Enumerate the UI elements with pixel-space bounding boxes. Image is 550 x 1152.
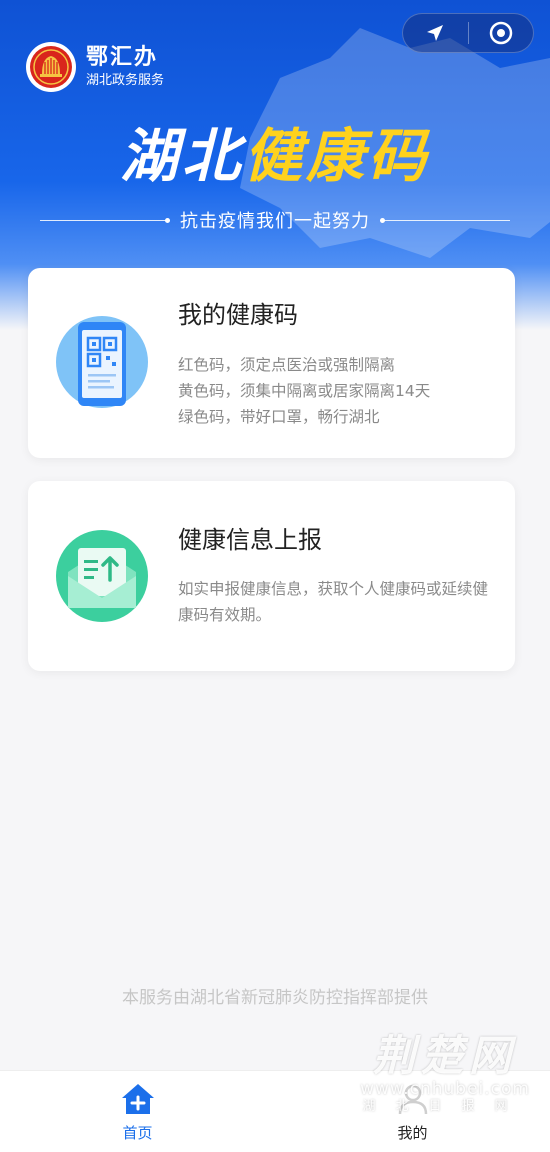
card-title: 健康信息上报	[178, 526, 322, 554]
location-button[interactable]	[403, 14, 468, 52]
watermark-title: 荆楚网	[373, 1031, 518, 1080]
slogan-line-left	[40, 217, 170, 223]
watermark-subtitle: 湖北日报网	[362, 1099, 528, 1114]
slogan-line-right	[380, 217, 510, 223]
red-code-line: 红色码，须定点医治或强制隔离	[178, 356, 396, 374]
tab-home[interactable]: 首页	[0, 1071, 275, 1152]
health-info-report-card[interactable]: 健康信息上报 如实申报健康信息，获取个人健康码或延续健康码有效期。	[28, 481, 515, 671]
tab-profile-label: 我的	[397, 1124, 428, 1142]
yellow-code-line: 黄色码，须集中隔离或居家隔离14天	[178, 382, 431, 400]
home-icon	[121, 1084, 154, 1114]
green-code-line: 绿色码，带好口罩，畅行湖北	[178, 408, 380, 426]
card-description: 如实申报健康信息，获取个人健康码或延续健康码有效期。	[178, 576, 488, 628]
hero-title-white: 湖北	[119, 122, 244, 190]
my-health-code-card[interactable]: 我的健康码 红色码，须定点医治或强制隔离 黄色码，须集中隔离或居家隔离14天 绿…	[28, 268, 515, 458]
target-circle-icon	[489, 21, 512, 45]
hero-title-yellow: 健康码	[244, 122, 431, 190]
cnhubei-watermark: 荆楚网 www.cnhubei.com 湖北日报网	[360, 1032, 530, 1116]
card-title: 我的健康码	[178, 301, 298, 329]
brand-header: 鄂汇办 湖北政务服务	[26, 42, 164, 92]
brand-name: 鄂汇办	[86, 44, 159, 70]
upload-envelope-icon	[56, 530, 148, 622]
close-miniapp-button[interactable]	[469, 14, 534, 52]
hero-title: 湖北健康码	[0, 118, 550, 194]
card-description: 红色码，须定点医治或强制隔离 黄色码，须集中隔离或居家隔离14天 绿色码，带好口…	[178, 352, 488, 430]
watermark-url: www.cnhubei.com	[360, 1079, 530, 1099]
report-description: 如实申报健康信息，获取个人健康码或延续健康码有效期。	[178, 580, 489, 624]
qr-code-phone-icon	[56, 316, 148, 408]
tab-home-label: 首页	[122, 1124, 153, 1142]
location-arrow-icon	[427, 25, 444, 41]
service-provider-note: 本服务由湖北省新冠肺炎防控指挥部提供	[122, 988, 428, 1008]
miniapp-capsule	[402, 13, 534, 53]
ehuiban-logo-icon	[26, 42, 76, 92]
brand-subtitle: 湖北政务服务	[86, 73, 165, 88]
slogan-row: 抗击疫情我们一起努力	[40, 205, 510, 235]
slogan-text: 抗击疫情我们一起努力	[180, 211, 370, 232]
